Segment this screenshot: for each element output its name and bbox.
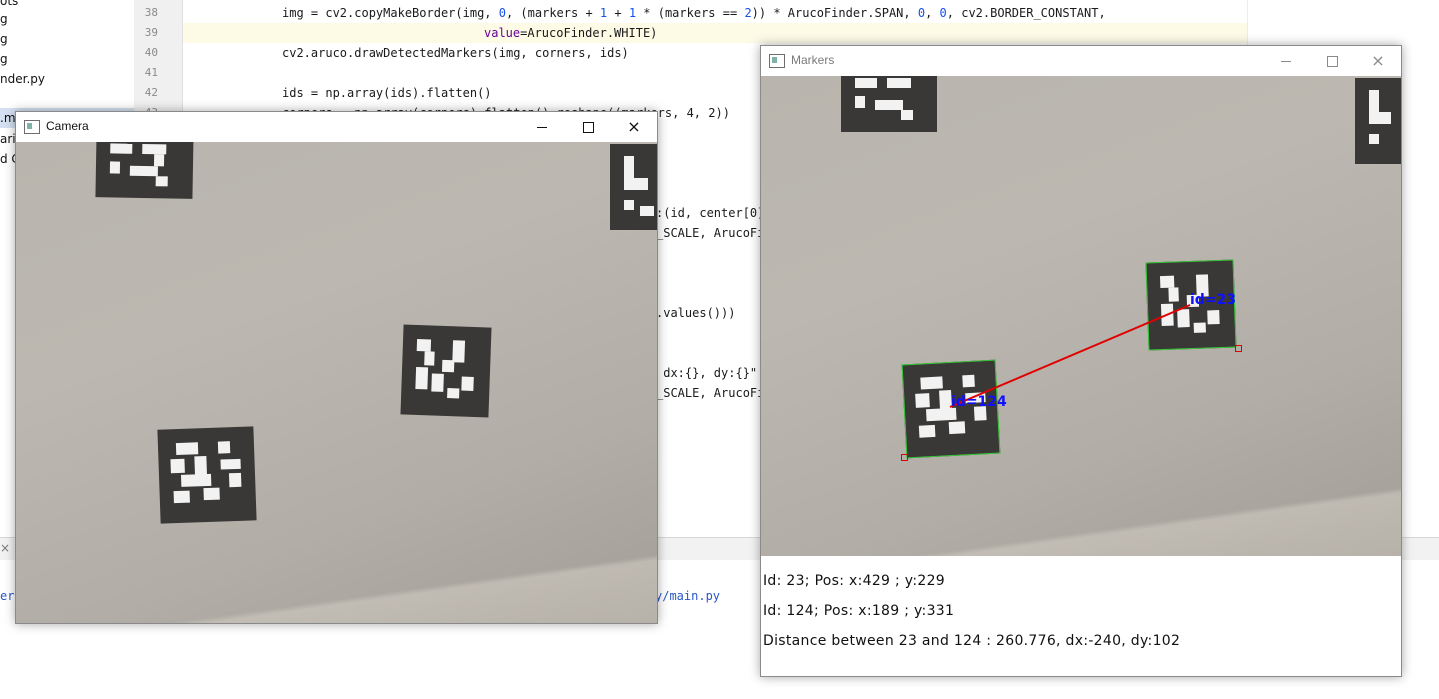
close-button[interactable]: × (1355, 46, 1401, 76)
aruco-marker (400, 324, 492, 418)
line-number: 40 (144, 46, 158, 59)
window-title: Markers (791, 53, 835, 67)
camera-feed (16, 142, 657, 623)
sidebar-file[interactable]: g (0, 32, 8, 46)
window-app-icon (24, 120, 40, 134)
close-icon: × (1371, 51, 1385, 70)
camera-window[interactable]: Camera × (15, 111, 658, 624)
maximize-icon (582, 121, 594, 133)
camera-titlebar[interactable]: Camera × (16, 112, 657, 142)
link-overlay (949, 304, 1191, 408)
code-fragment[interactable]: dx:{}, dy:{}". (656, 366, 764, 380)
minimize-icon (537, 126, 547, 128)
line-number: 42 (144, 86, 158, 99)
minimize-button[interactable] (519, 112, 565, 142)
code-line-42[interactable]: ids = np.array(ids).flatten() (282, 86, 492, 100)
corner-marker (1235, 345, 1242, 352)
sidebar-file[interactable]: nder.py (0, 72, 45, 86)
aruco-marker (157, 426, 257, 524)
markers-feed: id=23 id=124 (761, 76, 1401, 556)
minimize-icon (1281, 60, 1291, 62)
markers-window[interactable]: Markers × id=23 id=124 Id: 23; Pos: x:42… (760, 45, 1402, 677)
id-label-23: id=23 (1190, 292, 1237, 308)
maximize-button[interactable] (1309, 46, 1355, 76)
current-line-highlight (183, 23, 1247, 43)
minimize-button[interactable] (1263, 46, 1309, 76)
line-number: 39 (144, 26, 158, 39)
maximize-icon (1326, 55, 1338, 67)
line-number: 38 (144, 6, 158, 19)
window-app-icon (769, 54, 785, 68)
window-title: Camera (46, 119, 89, 133)
maximize-button[interactable] (565, 112, 611, 142)
aruco-marker (95, 142, 194, 199)
close-button[interactable]: × (611, 112, 657, 142)
corner-marker (901, 454, 908, 461)
paper-surface (16, 142, 657, 623)
code-fragment[interactable]: .values())) (656, 306, 735, 320)
code-fragment[interactable]: _SCALE, ArucoFin (656, 226, 772, 240)
code-line-38[interactable]: img = cv2.copyMakeBorder(img, 0, (marker… (282, 6, 1106, 20)
id-label-124: id=124 (951, 394, 1007, 410)
sidebar-file[interactable]: ots (0, 0, 18, 8)
console-path-link[interactable]: y/main.py (655, 589, 720, 603)
close-icon[interactable]: × (0, 541, 10, 555)
aruco-marker (610, 144, 657, 230)
distance-line (949, 304, 1191, 408)
code-fragment[interactable]: :(id, center[0], (656, 206, 772, 220)
line-number: 41 (144, 66, 158, 79)
info-line-distance: Distance between 23 and 124 : 260.776, d… (763, 633, 1181, 649)
markers-titlebar[interactable]: Markers × (761, 46, 1401, 76)
info-line-marker-124: Id: 124; Pos: x:189 ; y:331 (763, 603, 955, 619)
close-icon: × (627, 117, 641, 136)
info-panel: Id: 23; Pos: x:429 ; y:229 Id: 124; Pos:… (761, 556, 1401, 676)
sidebar-file[interactable]: g (0, 12, 8, 26)
sidebar-file[interactable]: g (0, 52, 8, 66)
code-line-39[interactable]: value=ArucoFinder.WHITE) (484, 26, 657, 40)
info-line-marker-23: Id: 23; Pos: x:429 ; y:229 (763, 573, 945, 589)
code-fragment[interactable]: _SCALE, ArucoFin (656, 386, 772, 400)
code-line-40[interactable]: cv2.aruco.drawDetectedMarkers(img, corne… (282, 46, 629, 60)
sidebar-file[interactable]: .m (0, 111, 16, 125)
